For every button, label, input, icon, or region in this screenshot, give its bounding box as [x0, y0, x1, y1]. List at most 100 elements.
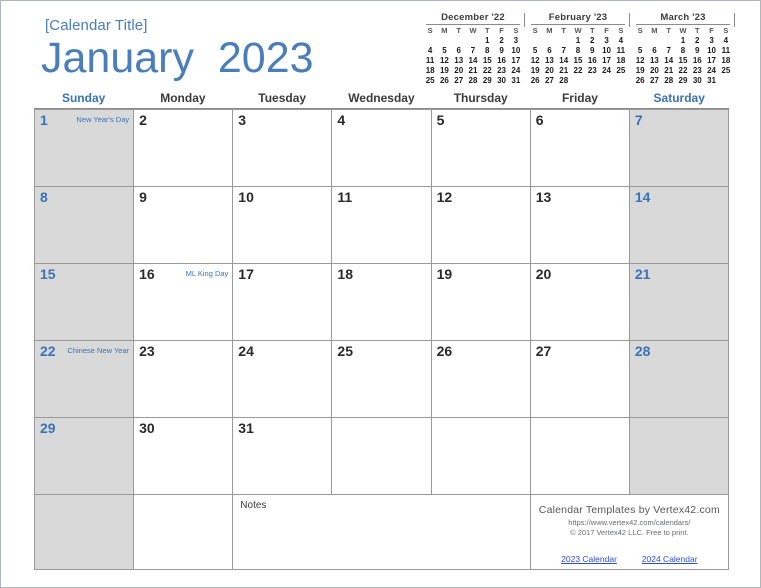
calendar-day-cell[interactable]: 20 [529, 263, 630, 341]
mini-day-cell: 13 [454, 56, 464, 65]
mini-day-cell: 3 [709, 36, 714, 45]
weekday-header-saturday: Saturday [653, 91, 705, 105]
calendar-day-cell[interactable]: 12 [430, 186, 531, 264]
calendar-day-cell[interactable]: 1 New Year's Day [33, 109, 135, 187]
mini-weekday-initial: S [513, 26, 519, 35]
day-number: 19 [436, 266, 453, 282]
calendar-day-cell[interactable] [430, 417, 531, 495]
mini-day-cell: 17 [602, 56, 611, 65]
mini-weekday-initial: T [589, 26, 595, 35]
mini-day-cell: 31 [511, 76, 521, 85]
mini-day-cell: 17 [707, 56, 716, 65]
calendar-day-cell[interactable]: 5 [430, 109, 531, 187]
day-number: 15 [40, 266, 56, 282]
notes-area[interactable]: Notes [232, 494, 531, 570]
mini-calendar-title: March '23 [636, 12, 730, 25]
day-number: 4 [337, 112, 346, 128]
day-event-label[interactable]: New Year's Day [76, 115, 129, 124]
mini-day-cell: 3 [513, 36, 519, 45]
calendar-day-cell[interactable]: 16 ML King Day [133, 263, 234, 341]
calendar-day-cell[interactable]: 18 [331, 263, 432, 341]
mini-day-cell: 25 [721, 66, 731, 75]
mini-week-row: 1234 [528, 36, 628, 46]
day-number: 26 [436, 343, 453, 359]
mini-day-cell: 6 [652, 46, 657, 55]
weekday-header-monday: Monday [160, 91, 206, 105]
calendar-day-cell[interactable]: 21 [628, 263, 730, 341]
calendar-day-cell[interactable]: 8 [33, 186, 135, 264]
mini-week-row: 26 27 28 [528, 76, 628, 86]
calendar-day-cell[interactable]: 17 [232, 263, 333, 341]
calendar-day-cell[interactable]: 31 [232, 417, 333, 495]
calendar-day-cell[interactable]: 22 Chinese New Year [33, 340, 135, 418]
mini-day-cell: 5 [442, 46, 447, 55]
mini-day-cell: 21 [468, 66, 478, 75]
day-event-label[interactable]: ML King Day [186, 269, 229, 278]
notes-footer-row: Notes Calendar Templates by Vertex42.com h… [33, 494, 730, 570]
mini-day-cell: 15 [678, 56, 688, 65]
mini-weekday-initial: F [709, 26, 714, 35]
mini-day-cell: 28 [664, 76, 674, 85]
calendar-day-cell[interactable]: 10 [232, 186, 333, 264]
mini-day-cell: 24 [602, 66, 611, 75]
mini-weekday-initial: T [484, 26, 490, 35]
day-number: 20 [535, 266, 552, 282]
mini-calendar-title: February '23 [531, 12, 625, 25]
mini-weekday-initial: S [723, 26, 729, 35]
calendar-day-cell[interactable]: 25 [331, 340, 432, 418]
mini-day-cell [719, 76, 733, 86]
footer-url[interactable]: https://www.vertex42.com/calendars/ [531, 518, 728, 527]
calendar-day-cell[interactable]: 7 [628, 109, 730, 187]
mini-day-cell [466, 36, 480, 46]
day-number: 28 [634, 343, 651, 359]
mini-day-cell: 21 [559, 66, 569, 75]
mini-day-cell: 7 [561, 46, 566, 55]
calendar-day-cell[interactable]: 13 [529, 186, 630, 264]
mini-day-cell: 18 [425, 66, 435, 75]
mini-day-cell: 7 [666, 46, 671, 55]
calendar-day-cell[interactable]: 26 [430, 340, 531, 418]
calendar-day-cell[interactable]: 14 [628, 186, 730, 264]
footer-attribution-block: Calendar Templates by Vertex42.com https:… [529, 494, 730, 570]
weekday-header-friday: Friday [561, 91, 598, 105]
mini-day-cell: 20 [649, 66, 659, 75]
calendar-day-cell[interactable]: 27 [529, 340, 630, 418]
calendar-day-cell[interactable]: 28 [628, 340, 730, 418]
calendar-day-cell[interactable] [331, 417, 432, 495]
mini-day-cell: 26 [439, 76, 449, 85]
mini-day-cell: 14 [664, 56, 674, 65]
calendar-day-cell[interactable]: 3 [232, 109, 333, 187]
day-number: 23 [139, 343, 155, 359]
weekday-header-row: Sunday Monday Tuesday Wednesday Thursday Frid… [34, 91, 729, 109]
calendar-day-cell[interactable]: 23 [133, 340, 234, 418]
calendar-day-cell[interactable]: 30 [133, 417, 234, 495]
mini-day-cell: 12 [439, 56, 449, 65]
link-2024-calendar[interactable]: 2024 Calendar [642, 554, 698, 564]
calendar-day-cell[interactable] [529, 417, 630, 495]
calendar-day-cell[interactable]: 2 [133, 109, 234, 187]
mini-day-cell: 28 [559, 76, 569, 85]
day-number: 10 [238, 189, 254, 205]
calendar-day-cell[interactable]: 19 [430, 263, 531, 341]
calendar-day-cell[interactable]: 11 [331, 186, 432, 264]
mini-week-row: 123 [423, 36, 523, 46]
calendar-day-cell[interactable]: 4 [331, 109, 432, 187]
calendar-day-cell[interactable]: 29 [33, 417, 135, 495]
calendar-day-cell[interactable]: 6 [529, 109, 630, 187]
mini-weekday-initial: S [532, 26, 538, 35]
calendar-day-cell[interactable]: 9 [133, 186, 234, 264]
calendar-day-cell[interactable]: 24 [232, 340, 333, 418]
calendar-day-cell[interactable] [628, 417, 730, 495]
day-number: 24 [238, 343, 254, 359]
calendar-title[interactable]: [Calendar Title] [45, 17, 147, 34]
mini-weekday-initial: F [499, 26, 504, 35]
calendar-page: [Calendar Title] January 2023 December '… [0, 0, 761, 588]
mini-day-cell: 24 [707, 66, 716, 75]
notes-row-monday-cell [133, 494, 234, 570]
mini-day-cell: 25 [616, 66, 626, 75]
link-2023-calendar[interactable]: 2023 Calendar [561, 554, 617, 564]
calendar-week-row: 29 30 31 [33, 417, 730, 495]
calendar-day-cell[interactable]: 15 [33, 263, 135, 341]
mini-day-cell: 23 [692, 66, 702, 75]
day-event-label[interactable]: Chinese New Year [67, 346, 129, 355]
